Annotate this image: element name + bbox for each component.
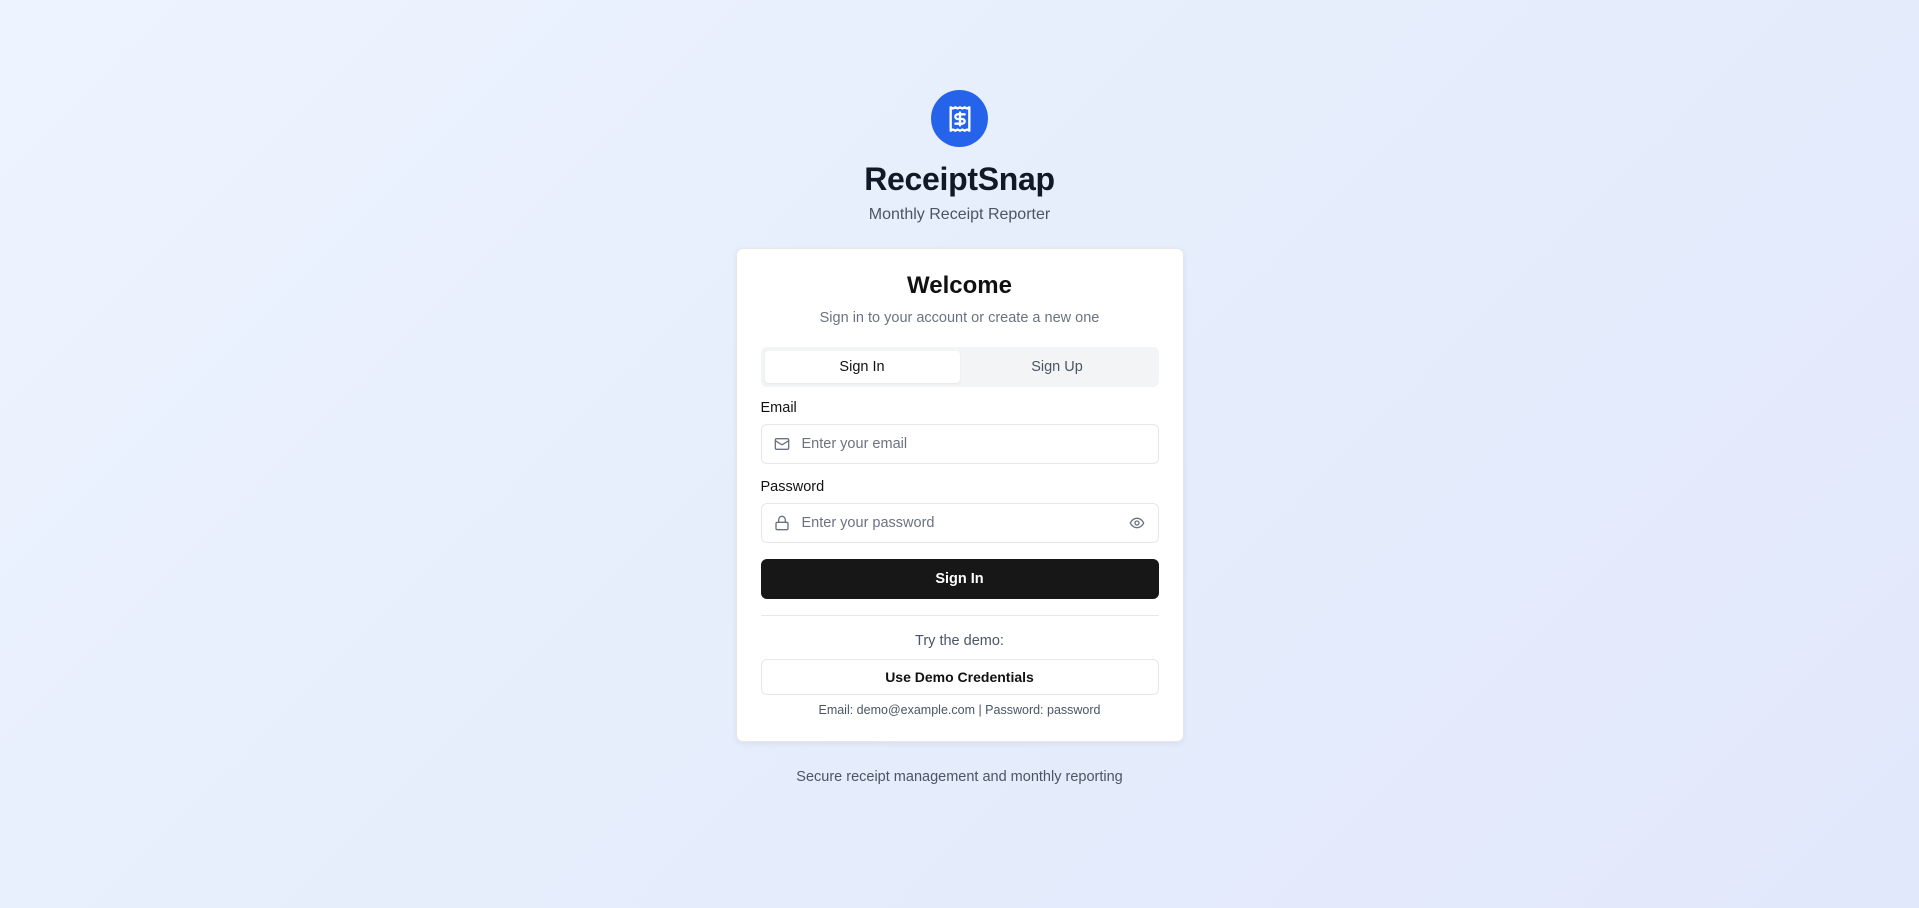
app-title: ReceiptSnap (864, 161, 1055, 197)
email-field[interactable] (760, 423, 1159, 464)
card-description: Sign in to your account or create a new … (819, 309, 1100, 326)
sign-in-button[interactable]: Sign In (760, 558, 1159, 599)
password-field[interactable] (760, 502, 1159, 543)
tab-sign-in[interactable]: Sign In (764, 350, 960, 383)
email-input[interactable] (801, 435, 1146, 452)
auth-card: Welcome Sign in to your account or creat… (735, 248, 1184, 742)
demo-hint: Try the demo: (915, 632, 1004, 649)
password-input[interactable] (801, 514, 1128, 531)
use-demo-credentials-button[interactable]: Use Demo Credentials (760, 658, 1159, 695)
app-subtitle: Monthly Receipt Reporter (868, 206, 1051, 224)
auth-tabs: Sign In Sign Up (760, 346, 1159, 387)
password-label: Password (760, 478, 825, 495)
card-title: Welcome (907, 272, 1012, 300)
receipt-dollar-icon (931, 90, 988, 147)
tab-sign-up[interactable]: Sign Up (960, 351, 1155, 383)
demo-credentials-text: Email: demo@example.com | Password: pass… (818, 702, 1101, 717)
eye-icon[interactable] (1128, 514, 1146, 532)
divider (760, 614, 1159, 616)
footer-note: Secure receipt management and monthly re… (796, 768, 1123, 785)
mail-icon (774, 436, 790, 452)
email-label: Email (760, 399, 797, 416)
lock-icon (774, 515, 790, 531)
login-page: ReceiptSnap Monthly Receipt Reporter Wel… (0, 0, 1919, 785)
